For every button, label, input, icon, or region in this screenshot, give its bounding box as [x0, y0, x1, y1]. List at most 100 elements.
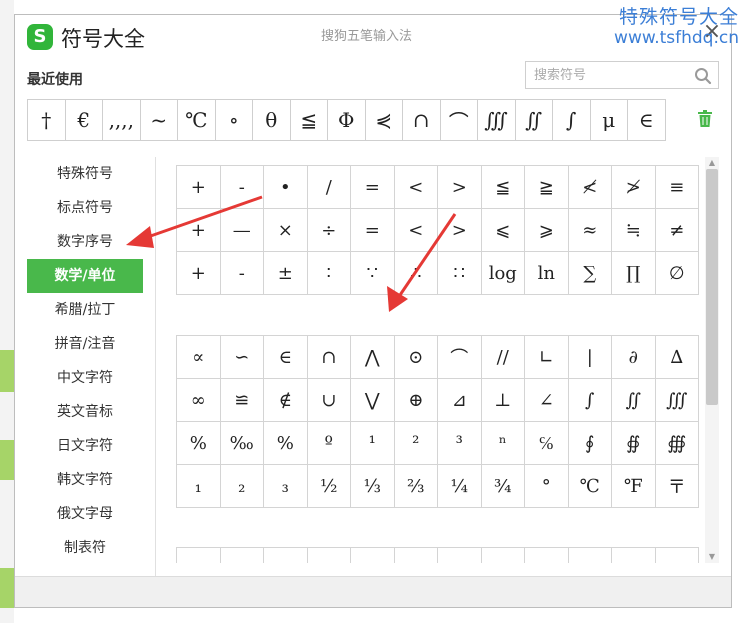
recent-symbol[interactable]: ∘: [216, 100, 253, 140]
symbol-cell[interactable]: +: [176, 165, 221, 209]
recent-symbol[interactable]: ∫: [553, 100, 591, 140]
recent-symbol[interactable]: ∈: [628, 100, 666, 140]
symbol-cell[interactable]: ∪: [306, 378, 351, 422]
recent-symbol[interactable]: μ: [591, 100, 628, 140]
symbol-cell[interactable]: ∶: [306, 251, 351, 295]
recent-symbol[interactable]: €: [66, 100, 103, 140]
symbol-cell[interactable]: ℅: [524, 421, 569, 465]
recent-symbol[interactable]: ℃: [178, 100, 216, 140]
symbol-cell[interactable]: ⩾: [524, 208, 569, 252]
symbol-cell[interactable]: ∠: [524, 378, 569, 422]
symbol-cell[interactable]: ∫: [567, 378, 612, 422]
symbol-cell[interactable]: ¹: [350, 421, 395, 465]
symbol-cell[interactable]: ∴: [393, 251, 438, 295]
symbol-cell[interactable]: ₃: [263, 464, 308, 508]
scroll-thumb[interactable]: [706, 169, 718, 405]
symbol-cell[interactable]: ½: [306, 464, 351, 508]
symbol-cell[interactable]: %: [176, 421, 221, 465]
recent-symbol[interactable]: ‚,,,: [103, 100, 141, 140]
symbol-cell[interactable]: [393, 547, 438, 563]
symbol-cell[interactable]: ∏: [611, 251, 656, 295]
recent-symbol[interactable]: ∬: [516, 100, 553, 140]
symbol-cell[interactable]: [263, 547, 308, 563]
category-item[interactable]: 日文字符: [27, 429, 143, 463]
scroll-up-icon[interactable]: ▲: [705, 157, 719, 169]
symbol-cell[interactable]: ∩: [306, 335, 351, 379]
symbol-cell[interactable]: ln: [524, 251, 569, 295]
recent-symbol[interactable]: ~: [141, 100, 178, 140]
symbol-cell[interactable]: ⋀: [350, 335, 395, 379]
symbol-cell[interactable]: ∂: [611, 335, 656, 379]
symbol-cell[interactable]: °: [524, 464, 569, 508]
symbol-cell[interactable]: —: [219, 208, 264, 252]
symbol-cell[interactable]: ∑: [567, 251, 612, 295]
symbol-cell[interactable]: ²: [393, 421, 438, 465]
symbol-cell[interactable]: +: [176, 208, 221, 252]
symbol-cell[interactable]: ⊥: [480, 378, 525, 422]
recent-symbol[interactable]: ≦: [291, 100, 328, 140]
symbol-cell[interactable]: ≈: [567, 208, 612, 252]
symbol-cell[interactable]: <: [393, 208, 438, 252]
recent-symbol[interactable]: ∩: [403, 100, 441, 140]
symbol-cell[interactable]: ¼: [437, 464, 482, 508]
category-item[interactable]: 制表符: [27, 531, 143, 565]
symbol-cell[interactable]: 〒: [654, 464, 699, 508]
symbol-cell[interactable]: º: [306, 421, 351, 465]
symbol-cell[interactable]: >: [437, 208, 482, 252]
search-input[interactable]: [526, 62, 694, 88]
symbol-cell[interactable]: ≧: [524, 165, 569, 209]
symbol-cell[interactable]: [480, 547, 525, 563]
symbol-cell[interactable]: ⊕: [393, 378, 438, 422]
symbol-cell[interactable]: -: [219, 251, 264, 295]
symbol-cell[interactable]: <: [393, 165, 438, 209]
recent-symbol[interactable]: †: [28, 100, 66, 140]
symbol-cell[interactable]: ¾: [480, 464, 525, 508]
symbol-cell[interactable]: ℉: [611, 464, 656, 508]
symbol-cell[interactable]: [611, 547, 656, 563]
symbol-cell[interactable]: |: [567, 335, 612, 379]
symbol-cell[interactable]: ⁿ: [480, 421, 525, 465]
symbol-cell[interactable]: ₂: [219, 464, 264, 508]
recent-symbol[interactable]: ⌒: [441, 100, 478, 140]
symbol-cell[interactable]: >: [437, 165, 482, 209]
symbol-cell[interactable]: ∰: [654, 421, 699, 465]
trash-icon[interactable]: [697, 110, 713, 128]
symbol-cell[interactable]: ⅓: [350, 464, 395, 508]
symbol-cell[interactable]: [654, 547, 699, 563]
symbol-cell[interactable]: ∝: [176, 335, 221, 379]
symbol-cell[interactable]: ∟: [524, 335, 569, 379]
symbol-cell[interactable]: ∞: [176, 378, 221, 422]
symbol-cell[interactable]: ∭: [654, 378, 699, 422]
symbol-cell[interactable]: ⊙: [393, 335, 438, 379]
symbol-cell[interactable]: ⌒: [437, 335, 482, 379]
symbol-cell[interactable]: ≒: [611, 208, 656, 252]
symbol-cell[interactable]: ⩽: [480, 208, 525, 252]
symbol-cell[interactable]: ∯: [611, 421, 656, 465]
recent-symbol[interactable]: ⋞: [366, 100, 403, 140]
symbol-cell[interactable]: ×: [263, 208, 308, 252]
symbol-cell[interactable]: [437, 547, 482, 563]
symbol-cell[interactable]: [567, 547, 612, 563]
symbol-cell[interactable]: ≯: [611, 165, 656, 209]
symbol-cell[interactable]: ≮: [567, 165, 612, 209]
category-item[interactable]: 数学/单位: [27, 259, 143, 293]
recent-symbol[interactable]: Φ: [328, 100, 366, 140]
symbol-cell[interactable]: ±: [263, 251, 308, 295]
symbol-cell[interactable]: ∵: [350, 251, 395, 295]
symbol-cell[interactable]: [219, 547, 264, 563]
category-item[interactable]: 中文字符: [27, 361, 143, 395]
symbol-cell[interactable]: ⊿: [437, 378, 482, 422]
symbol-cell[interactable]: ÷: [306, 208, 351, 252]
symbol-cell[interactable]: ∮: [567, 421, 612, 465]
vertical-scrollbar[interactable]: ▲ ▼: [705, 157, 719, 563]
symbol-cell[interactable]: ℃: [567, 464, 612, 508]
symbol-cell[interactable]: ⅔: [393, 464, 438, 508]
symbol-cell[interactable]: ₁: [176, 464, 221, 508]
category-item[interactable]: 拼音/注音: [27, 327, 143, 361]
symbol-cell[interactable]: =: [350, 165, 395, 209]
symbol-cell[interactable]: //: [480, 335, 525, 379]
symbol-cell[interactable]: ∅: [654, 251, 699, 295]
symbol-cell[interactable]: ≠: [654, 208, 699, 252]
category-item[interactable]: 希腊/拉丁: [27, 293, 143, 327]
symbol-cell[interactable]: ∉: [263, 378, 308, 422]
